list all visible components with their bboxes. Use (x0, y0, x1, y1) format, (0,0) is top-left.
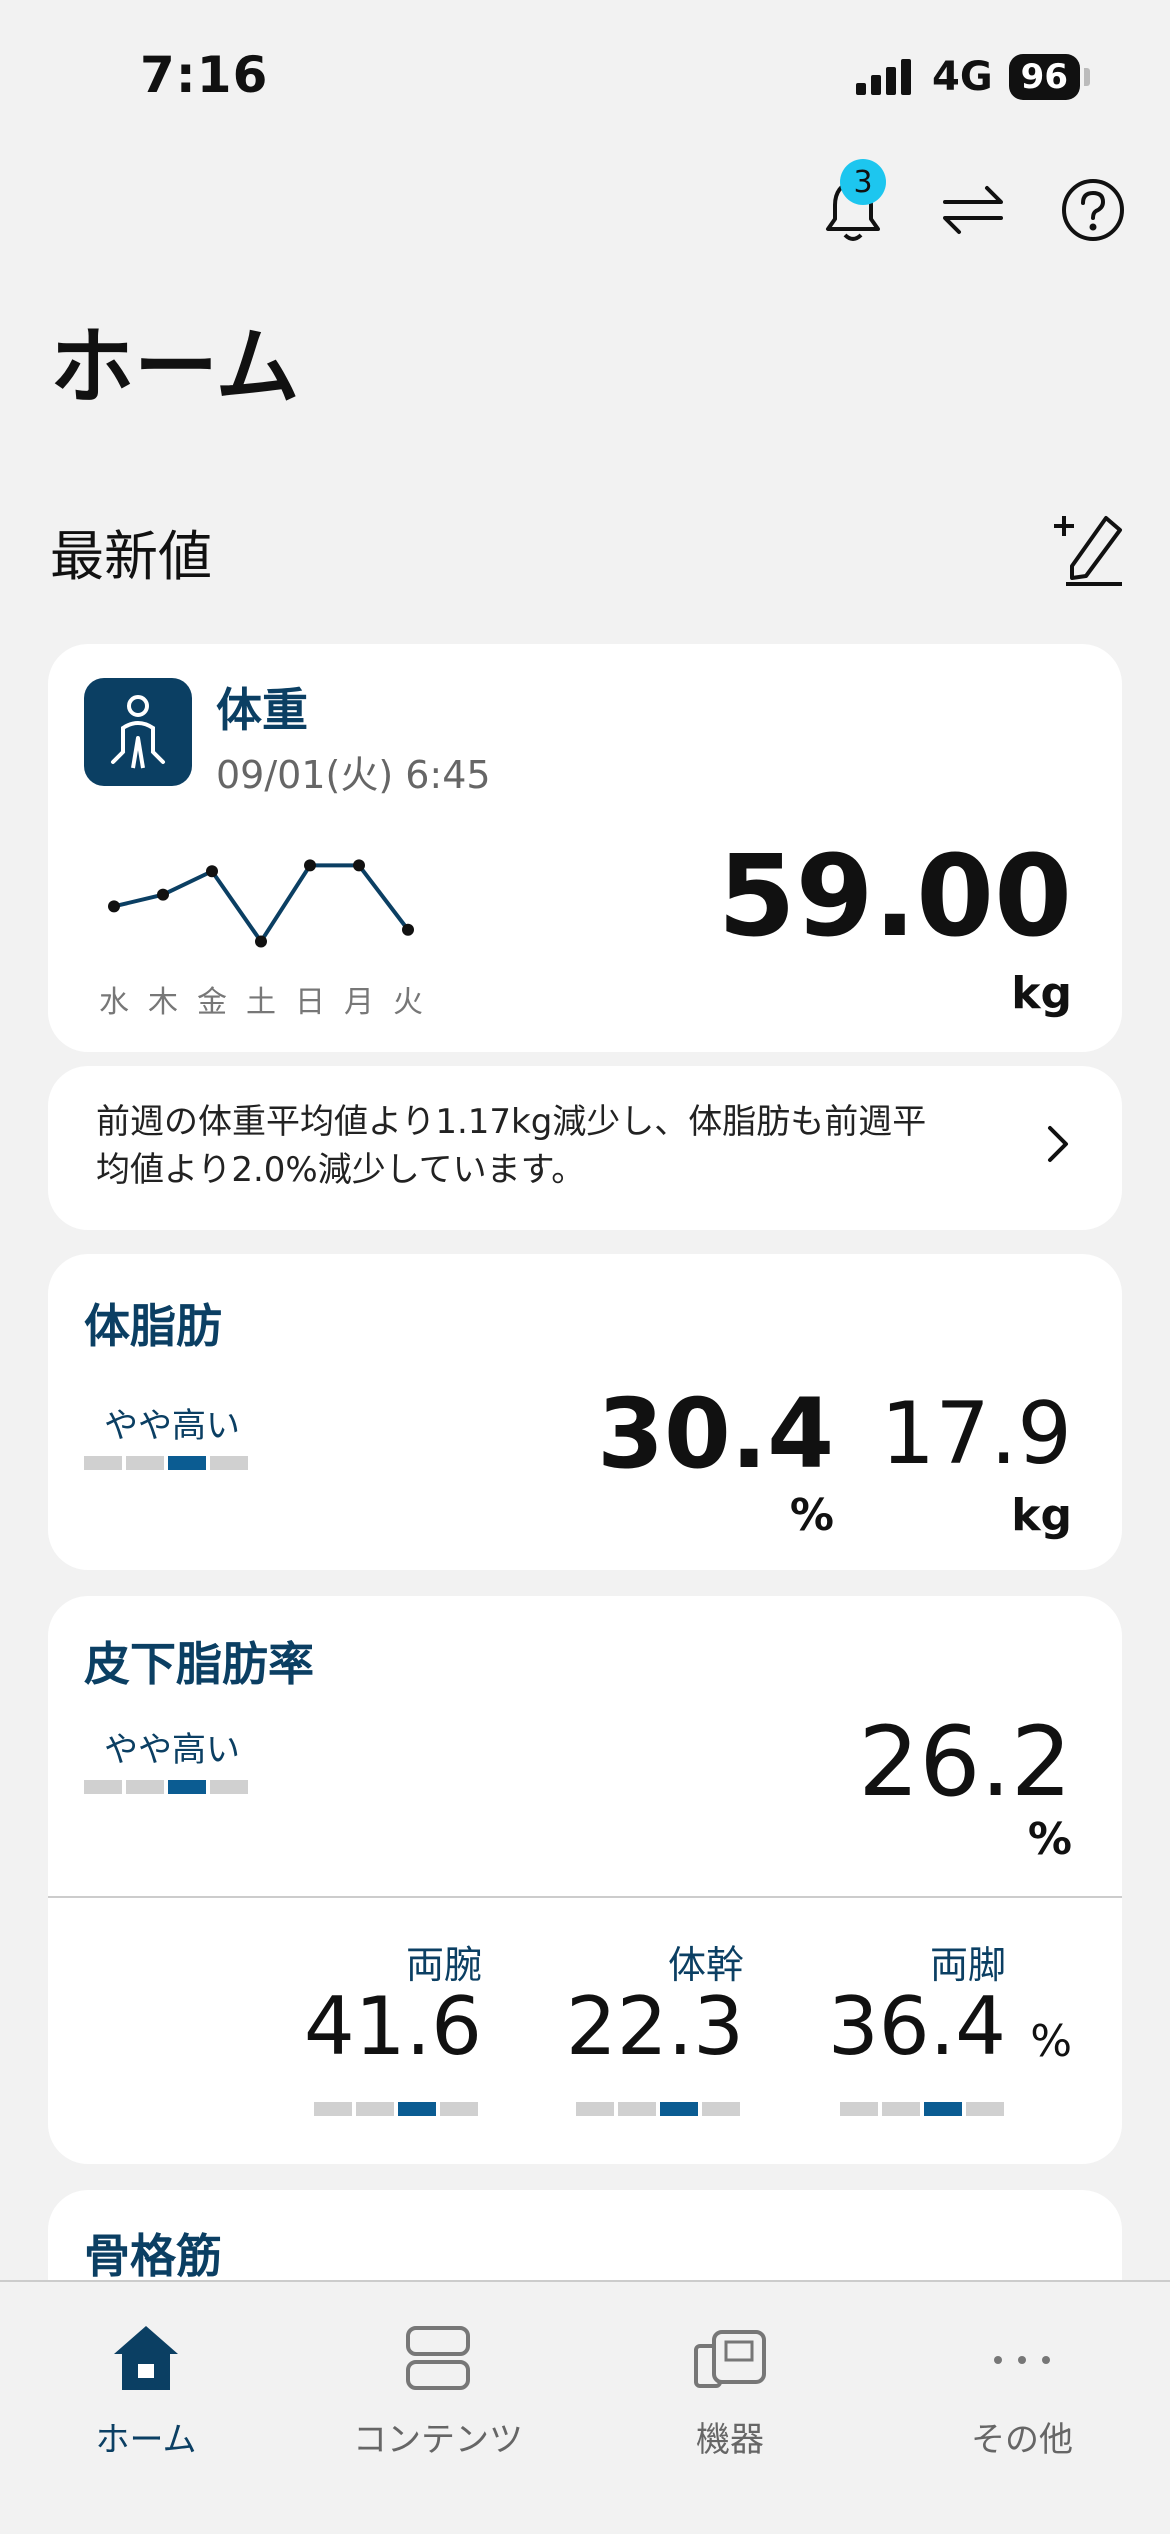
weight-trend-chart: 水木金土日月火 (99, 859, 423, 1020)
segment-arms-level-bar (314, 2102, 478, 2116)
body-fat-kg-value: 17.9 (880, 1384, 1072, 1484)
network-type: 4G (932, 54, 993, 100)
segment-trunk-level-bar (576, 2102, 740, 2116)
subcutaneous-value: 26.2 (858, 1706, 1072, 1818)
notification-badge: 3 (840, 159, 886, 205)
status-time: 7:16 (140, 46, 269, 104)
weight-day-label: 水 (99, 985, 129, 1020)
skeletal-title: 骨格筋 (84, 2229, 222, 2283)
battery-level: 96 (1008, 54, 1080, 100)
weight-point (353, 859, 365, 872)
tab-more[interactable]: その他 (876, 2302, 1168, 2502)
weight-card[interactable]: 体重 09/01(火) 6:45 水木金土日月火 59.00 kg (48, 644, 1122, 1052)
weight-series-line (113, 863, 410, 944)
subcutaneous-level-bar (84, 1780, 248, 1794)
home-icon (114, 2326, 178, 2390)
weight-point (304, 859, 316, 872)
battery-icon (1084, 68, 1090, 86)
sync-button[interactable] (936, 173, 1010, 247)
weight-point (108, 900, 120, 913)
body-fat-percent-value: 30.4 (597, 1378, 834, 1490)
subcutaneous-fat-card[interactable]: 皮下脂肪率 やや高い 26.2 % 両腕 41.6 体幹 22.3 両脚 36.… (48, 1596, 1122, 2164)
body-fat-level-label: やや高い (104, 1406, 240, 1446)
weekly-summary-text: 前週の体重平均値より1.17kg減少し、体脂肪も前週平 均値より2.0%減少して… (96, 1102, 927, 1190)
weight-day-label: 木 (148, 985, 178, 1020)
page-title: ホーム (50, 318, 300, 416)
tab-home-label: ホーム (95, 2420, 197, 2460)
segments-unit: % (1030, 2016, 1072, 2067)
status-bar-right: 4G 96 (854, 52, 1090, 102)
tab-contents-label: コンテンツ (353, 2420, 523, 2460)
header-actions: 3 (816, 159, 1130, 250)
segment-legs-value: 36.4 (827, 1980, 1006, 2073)
manual-entry-button[interactable] (1050, 512, 1126, 588)
weight-point (206, 865, 218, 878)
weight-point (157, 888, 169, 901)
body-fat-title: 体脂肪 (84, 1299, 222, 1353)
weight-day-label: 土 (246, 985, 276, 1020)
weight-title: 体重 (216, 683, 308, 737)
chevron-right-icon (1048, 1126, 1068, 1162)
weight-point (255, 935, 267, 948)
weight-point (402, 923, 414, 936)
weight-day-label: 月 (344, 985, 374, 1020)
weight-day-label: 日 (295, 985, 325, 1020)
tab-bar: ホーム コンテンツ 機器 その他 (0, 2280, 1170, 2534)
segment-arms-value: 41.6 (303, 1980, 482, 2073)
body-fat-card[interactable]: 体脂肪 やや高い 30.4 % 17.9 kg (48, 1254, 1122, 1570)
tab-devices[interactable]: 機器 (584, 2302, 876, 2502)
tab-more-label: その他 (971, 2420, 1073, 2460)
transfer-icon (943, 186, 1003, 234)
weight-unit: kg (1011, 968, 1072, 1019)
subcutaneous-level-label: やや高い (104, 1730, 240, 1770)
weight-value: 59.00 (717, 832, 1072, 962)
body-fat-kg-unit: kg (1011, 1490, 1072, 1541)
notifications-button[interactable]: 3 (816, 159, 890, 247)
help-icon (1062, 179, 1124, 241)
body-icon-tile (84, 678, 192, 786)
help-button[interactable] (1056, 173, 1130, 247)
devices-icon (694, 2330, 766, 2388)
tab-contents[interactable]: コンテンツ (292, 2302, 584, 2502)
signal-icon (856, 59, 911, 95)
weekly-summary-card[interactable]: 前週の体重平均値より1.17kg減少し、体脂肪も前週平 均値より2.0%減少して… (48, 1066, 1122, 1230)
segment-legs-level-bar (840, 2102, 1004, 2116)
segment-trunk-value: 22.3 (565, 1980, 744, 2073)
person-icon (111, 695, 165, 769)
section-title: 最新値 (50, 525, 212, 588)
body-fat-percent-unit: % (789, 1490, 834, 1541)
tab-home[interactable]: ホーム (0, 2302, 292, 2502)
weight-date: 09/01(火) 6:45 (216, 753, 491, 797)
tab-devices-label: 機器 (696, 2420, 764, 2460)
subcutaneous-unit: % (1027, 1814, 1072, 1865)
weight-day-label: 金 (197, 985, 227, 1020)
add-edit-icon (1054, 516, 1122, 586)
contents-icon (406, 2326, 470, 2390)
body-fat-level-bar (84, 1456, 248, 1470)
subcutaneous-title: 皮下脂肪率 (84, 1637, 314, 1691)
weight-day-label: 火 (393, 985, 423, 1020)
divider (48, 1896, 1122, 1898)
more-icon (994, 2356, 1050, 2364)
